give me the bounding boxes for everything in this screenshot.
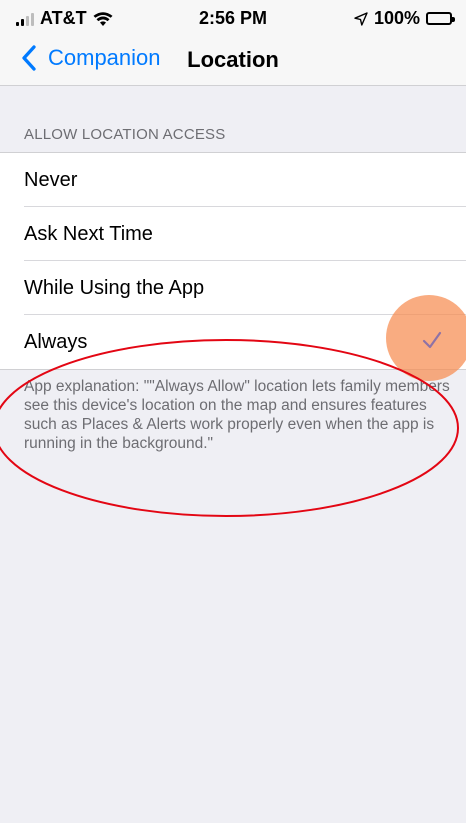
page-title: Location — [187, 47, 279, 72]
location-options-list: Never Ask Next Time While Using the App … — [0, 152, 466, 370]
status-bar: AT&T 2:56 PM 100% — [0, 0, 466, 36]
footer-explanation: App explanation: ""Always Allow" locatio… — [24, 378, 450, 452]
option-while-using-the-app[interactable]: While Using the App — [0, 261, 466, 315]
checkmark-icon — [422, 331, 442, 349]
section-header: ALLOW LOCATION ACCESS — [24, 126, 226, 143]
option-always[interactable]: Always — [0, 315, 466, 369]
location-arrow-icon — [354, 11, 368, 26]
navigation-bar: Companion Location — [0, 36, 466, 86]
option-label: While Using the App — [24, 276, 205, 299]
option-label: Never — [24, 168, 78, 191]
option-label: Always — [24, 330, 88, 353]
status-right: 100% — [354, 8, 455, 29]
option-never[interactable]: Never — [0, 153, 466, 207]
option-ask-next-time[interactable]: Ask Next Time — [0, 207, 466, 261]
settings-screen: AT&T 2:56 PM 100% Companion Location ALL… — [0, 0, 466, 823]
battery-percent: 100% — [373, 8, 420, 28]
option-label: Ask Next Time — [24, 222, 153, 245]
battery-icon — [426, 12, 455, 25]
